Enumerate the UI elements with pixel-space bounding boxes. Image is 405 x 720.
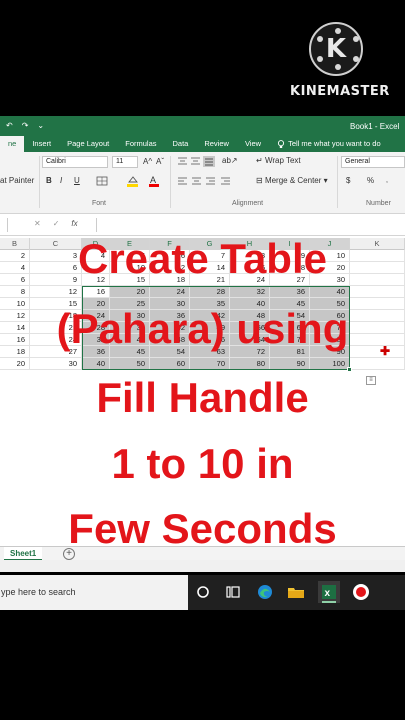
merge-center-button[interactable]: ⊟ Merge & Center ▾: [256, 176, 328, 186]
shrink-font-icon[interactable]: Aˇ: [156, 157, 164, 167]
tab-review[interactable]: Review: [196, 136, 237, 152]
font-color-icon[interactable]: A: [148, 175, 160, 187]
chevron-down-icon: ▾: [321, 176, 328, 185]
cell[interactable]: 8: [0, 286, 30, 298]
svg-text:A: A: [150, 175, 156, 185]
caption-line-3: Fill Handle: [96, 374, 309, 421]
workbook-title: Book1 - Excel: [350, 122, 400, 131]
file-explorer-icon[interactable]: [285, 581, 307, 603]
italic-button[interactable]: I: [60, 176, 62, 186]
group-label-font: Font: [92, 200, 107, 207]
taskbar-search-box[interactable]: ype here to search: [0, 575, 188, 610]
edge-browser-icon[interactable]: [254, 581, 276, 603]
redo-icon[interactable]: ↷: [22, 121, 29, 130]
status-bar: [0, 560, 405, 572]
wrap-text-icon: ↵: [256, 156, 265, 165]
video-frame: K KINEMASTER ↶ ↷ ⌄ Book1 - Excel ne Inse…: [0, 0, 405, 720]
cell[interactable]: 28: [190, 286, 230, 298]
ribbon-home: at Painter Calibri 11 A^ Aˇ B I U A Font…: [0, 152, 405, 214]
cell[interactable]: 36: [270, 286, 310, 298]
formula-buttons: ✕ ✓ fx: [34, 219, 78, 228]
title-bar: ↶ ↷ ⌄ Book1 - Excel: [0, 116, 405, 136]
tab-home[interactable]: ne: [0, 136, 25, 152]
wrap-text-label: Wrap Text: [264, 156, 301, 165]
cell[interactable]: 40: [310, 286, 350, 298]
group-label-number: Number: [366, 200, 391, 207]
font-name-box[interactable]: Calibri: [42, 156, 108, 168]
tab-data[interactable]: Data: [165, 136, 197, 152]
cell[interactable]: 30: [30, 358, 82, 370]
cell[interactable]: 40: [82, 358, 110, 370]
fill-color-icon[interactable]: [126, 175, 140, 187]
recorder-icon[interactable]: [350, 581, 372, 603]
cell[interactable]: 100: [310, 358, 350, 370]
tell-me-text: Tell me what you want to do: [288, 139, 381, 148]
cell[interactable]: 80: [230, 358, 270, 370]
lightbulb-icon: [278, 139, 285, 148]
cell[interactable]: 16: [82, 286, 110, 298]
tell-me-box[interactable]: Tell me what you want to do: [269, 136, 389, 152]
borders-icon[interactable]: [96, 176, 108, 186]
tab-view[interactable]: View: [237, 136, 269, 152]
tab-formulas[interactable]: Formulas: [117, 136, 164, 152]
cell[interactable]: 32: [230, 286, 270, 298]
cell[interactable]: 12: [30, 286, 82, 298]
logo-letter: K: [325, 34, 347, 64]
cell[interactable]: 24: [150, 286, 190, 298]
cell[interactable]: 90: [270, 358, 310, 370]
quick-access-toolbar: ↶ ↷ ⌄: [6, 121, 44, 130]
ribbon-tabs: ne Insert Page Layout Formulas Data Revi…: [0, 136, 405, 152]
windows-taskbar: ype here to search x: [0, 575, 405, 610]
enter-icon[interactable]: ✓: [53, 219, 60, 228]
orientation-icon[interactable]: ab↗: [222, 156, 238, 166]
cell[interactable]: 50: [110, 358, 150, 370]
undo-icon[interactable]: ↶: [6, 121, 13, 130]
format-painter-button[interactable]: at Painter: [0, 176, 34, 186]
grow-font-icon[interactable]: A^: [143, 157, 152, 167]
name-box[interactable]: [0, 218, 8, 232]
formula-input[interactable]: [96, 218, 405, 232]
svg-text:x: x: [325, 588, 331, 599]
cell[interactable]: 60: [150, 358, 190, 370]
group-label-alignment: Alignment: [232, 200, 264, 207]
comma-style-button[interactable]: ,: [386, 176, 388, 186]
underline-button[interactable]: U: [74, 176, 80, 186]
kinemaster-wordmark: KINEMASTER: [290, 84, 390, 99]
merge-icon: ⊟: [256, 176, 265, 185]
excel-taskbar-icon[interactable]: x: [318, 581, 340, 603]
tab-page-layout[interactable]: Page Layout: [59, 136, 117, 152]
fill-handle[interactable]: [347, 367, 352, 372]
ribbon-divider: [337, 156, 338, 208]
font-size-box[interactable]: 11: [112, 156, 138, 168]
caption-line-2: (Pahara) using: [56, 305, 349, 352]
ribbon-divider: [39, 156, 40, 208]
customize-qa-icon[interactable]: ⌄: [37, 121, 44, 130]
kinemaster-logo: K: [309, 22, 363, 76]
merge-center-label: Merge & Center: [264, 176, 322, 185]
currency-button[interactable]: $: [346, 176, 350, 186]
bold-button[interactable]: B: [46, 176, 52, 186]
tab-insert[interactable]: Insert: [24, 136, 59, 152]
caption-line-4: 1 to 10 in: [111, 440, 294, 487]
ribbon-divider: [170, 156, 171, 208]
insert-function-icon[interactable]: fx: [71, 219, 77, 228]
formula-bar: ✕ ✓ fx: [0, 214, 405, 236]
cancel-icon[interactable]: ✕: [34, 219, 41, 228]
wrap-text-button[interactable]: ↵ Wrap Text: [256, 156, 301, 166]
cell[interactable]: [350, 358, 405, 370]
percent-button[interactable]: %: [367, 176, 374, 186]
cell[interactable]: 20: [110, 286, 150, 298]
horizontal-align-icons[interactable]: [176, 176, 242, 187]
cell[interactable]: 70: [190, 358, 230, 370]
cell[interactable]: [350, 286, 405, 298]
cell[interactable]: 20: [0, 358, 30, 370]
cortana-icon[interactable]: [192, 581, 214, 603]
task-view-icon[interactable]: [222, 581, 244, 603]
caption-line-1: Create Table: [78, 235, 327, 282]
number-format-box[interactable]: General: [341, 156, 405, 168]
caption-line-5: Few Seconds: [68, 505, 337, 552]
